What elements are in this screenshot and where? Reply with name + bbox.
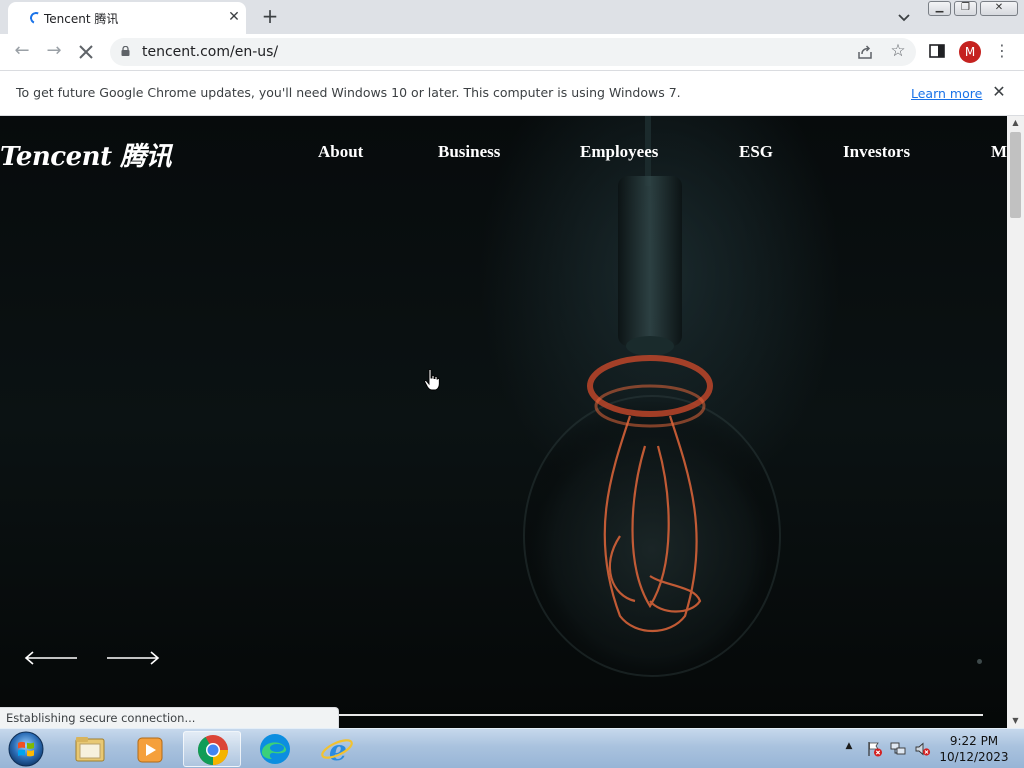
share-icon[interactable] (856, 43, 874, 61)
nav-esg[interactable]: ESG (739, 142, 773, 162)
scroll-thumb[interactable] (1010, 132, 1021, 218)
scroll-down-arrow-icon[interactable]: ▼ (1007, 714, 1024, 728)
nav-investors[interactable]: Investors (843, 142, 910, 162)
internet-explorer-icon[interactable]: e (308, 731, 366, 767)
carousel-progress-bar (338, 714, 983, 716)
tab-title: Tencent 腾讯 (44, 12, 119, 26)
new-tab-button[interactable]: + (258, 5, 282, 29)
profile-avatar[interactable]: M (959, 41, 981, 63)
browser-toolbar: ← → tencent.com/en-us/ ☆ M ⋮ (0, 34, 1024, 71)
windows-taskbar: e ▲ 9:22 PM 10/12/2023 (0, 728, 1024, 768)
update-infobar: To get future Google Chrome updates, you… (0, 71, 1024, 116)
browser-menu-icon[interactable]: ⋮ (994, 40, 1010, 64)
windows-explorer-icon[interactable] (60, 731, 118, 767)
url-text[interactable]: tencent.com/en-us/ (142, 44, 278, 60)
svg-text:e: e (329, 734, 347, 767)
nav-business[interactable]: Business (438, 142, 500, 162)
light-bulb-hero-image (523, 116, 781, 677)
web-page: Tencent 腾讯 About Business Employees ESG … (0, 116, 1007, 728)
nav-employees[interactable]: Employees (580, 142, 658, 162)
window-controls: ▁ ❐ ✕ (928, 1, 1018, 17)
clock-time: 9:22 PM (949, 734, 999, 748)
windows-start-button[interactable] (6, 730, 46, 768)
network-icon[interactable] (890, 741, 907, 757)
hand-pointer-cursor-icon (424, 369, 440, 391)
address-bar[interactable]: tencent.com/en-us/ ☆ (110, 38, 916, 66)
tab-strip: Tencent 腾讯 ✕ + ▁ ❐ ✕ (0, 0, 1024, 34)
bookmark-star-icon[interactable]: ☆ (888, 41, 908, 61)
status-bubble: Establishing secure connection... (0, 707, 339, 729)
carousel-next-arrow-icon[interactable] (106, 650, 160, 666)
minimize-button[interactable]: ▁ (928, 1, 951, 16)
show-hidden-icons-icon[interactable]: ▲ (843, 741, 855, 753)
volume-muted-icon[interactable] (914, 741, 931, 757)
clock-date: 10/12/2023 (939, 750, 1009, 764)
google-chrome-icon (197, 735, 228, 765)
action-center-flag-icon[interactable] (866, 741, 883, 757)
screen: Tencent 腾讯 ✕ + ▁ ❐ ✕ ← → tencent.com/en-… (0, 0, 1024, 768)
infobar-close-icon[interactable]: ✕ (990, 83, 1008, 101)
microsoft-edge-icon[interactable] (246, 731, 304, 767)
browser-tab[interactable]: Tencent 腾讯 ✕ (8, 2, 246, 34)
carousel-dot[interactable] (977, 659, 982, 664)
nav-about[interactable]: About (318, 142, 363, 162)
tencent-logo[interactable]: Tencent 腾讯 (0, 136, 172, 173)
loading-spinner-icon (28, 10, 44, 26)
tab-close-icon[interactable]: ✕ (225, 8, 243, 26)
learn-more-link[interactable]: Learn more (911, 86, 982, 101)
infobar-message: To get future Google Chrome updates, you… (16, 85, 681, 100)
lock-icon[interactable] (121, 46, 130, 56)
system-clock[interactable]: 9:22 PM 10/12/2023 (938, 733, 1010, 765)
stop-loading-icon[interactable] (75, 41, 97, 63)
vertical-scrollbar[interactable]: ▲ ▼ (1007, 116, 1024, 728)
google-chrome-taskbar-button[interactable] (183, 731, 241, 767)
media-player-icon[interactable] (120, 731, 178, 767)
side-panel-icon[interactable] (929, 44, 945, 58)
restore-button[interactable]: ❐ (954, 1, 977, 16)
back-button[interactable]: ← (10, 40, 34, 64)
scroll-up-arrow-icon[interactable]: ▲ (1007, 116, 1024, 130)
close-window-button[interactable]: ✕ (980, 1, 1018, 16)
forward-button[interactable]: → (42, 40, 66, 64)
tab-search-chevron-icon[interactable] (894, 8, 914, 28)
nav-more[interactable]: M (991, 142, 1007, 162)
carousel-prev-arrow-icon[interactable] (24, 650, 78, 666)
